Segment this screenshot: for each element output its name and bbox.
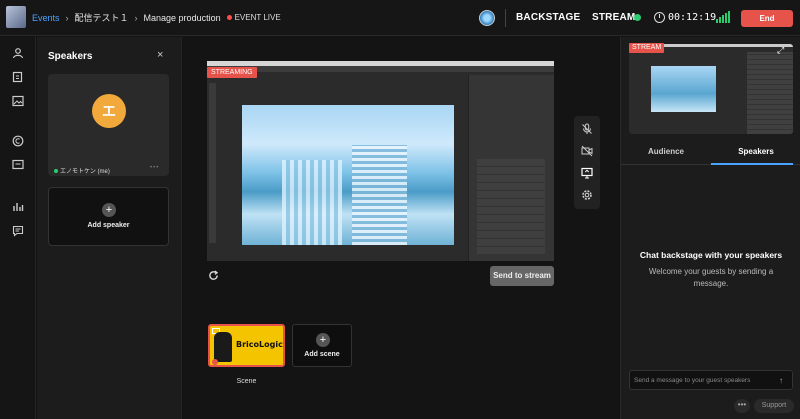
breadcrumb-events[interactable]: Events (32, 13, 60, 23)
scene-brand-text: BricoLogic (236, 340, 283, 349)
event-live-label: EVENT LIVE (234, 13, 281, 22)
scene-thumbnail[interactable]: BricoLogic (208, 324, 285, 367)
mic-off-icon[interactable] (581, 123, 593, 135)
message-input[interactable] (629, 370, 793, 390)
chat-empty-subtitle: Welcome your guests by sending a message… (648, 267, 774, 288)
tab-speakers[interactable]: Speakers (711, 147, 800, 156)
close-icon[interactable]: × (157, 49, 163, 61)
speakers-panel: Speakers × エ エノモトケン (me) ••• + Add speak… (37, 37, 182, 419)
stream-timer: 00:12:19 (668, 12, 717, 23)
backstage-button[interactable]: BACKSTAGE (516, 12, 580, 23)
shared-screen-preview (207, 61, 554, 261)
online-dot-icon (54, 169, 58, 174)
more-options-button[interactable]: ••• (734, 399, 750, 413)
scene-live-dot-icon (212, 359, 218, 365)
live-dot-icon (226, 15, 232, 21)
chevron-right-icon: › (65, 12, 69, 23)
expand-icon[interactable]: ⤢ (777, 45, 784, 56)
scene-label: Scene (236, 378, 257, 385)
user-icon[interactable] (11, 47, 25, 61)
scene-figure (214, 332, 232, 362)
preview-document-image (651, 66, 716, 112)
top-bar: Events › 配信テスト１ › Manage production EVEN… (0, 0, 800, 36)
stream-badge: STREAM (629, 43, 665, 53)
support-button[interactable]: Support (754, 399, 794, 413)
breadcrumb: Events › 配信テスト１ › Manage production EVEN… (32, 11, 281, 24)
screen-share-icon[interactable] (581, 167, 593, 179)
speakers-title: Speakers (48, 51, 93, 62)
speaker-avatar: エ (92, 94, 126, 128)
gear-icon[interactable] (581, 189, 593, 201)
screen-document-image (242, 105, 454, 245)
chevron-right-icon: › (134, 12, 138, 23)
breadcrumb-current: Manage production (143, 12, 221, 23)
active-tab-indicator (711, 163, 793, 165)
image-icon[interactable] (11, 95, 25, 109)
message-square-icon[interactable] (11, 225, 25, 239)
chat-empty-title: Chat backstage with your speakers (639, 250, 783, 260)
stream-preview (629, 44, 793, 134)
stage-control-rail (574, 116, 600, 209)
stream-button[interactable]: STREAM (592, 12, 635, 23)
add-speaker-label: Add speaker (87, 222, 130, 229)
stream-status-icon (634, 14, 641, 21)
add-scene-button[interactable]: + Add scene (292, 324, 352, 367)
clock-icon (654, 12, 665, 23)
send-to-stream-button[interactable]: Send to stream (490, 266, 554, 286)
speaker-name-text: エノモトケン (me) (60, 169, 110, 175)
preview-side-panel (747, 52, 793, 134)
speaker-more-button[interactable]: ••• (150, 165, 159, 171)
user-avatar[interactable] (479, 10, 495, 26)
send-arrow-icon[interactable]: ↑ (779, 376, 783, 385)
left-nav (0, 37, 36, 419)
streaming-badge: STREAMING (207, 67, 257, 78)
end-button[interactable]: End (741, 10, 793, 27)
camera-off-icon[interactable] (581, 145, 593, 157)
screen-layers-list (477, 159, 545, 254)
comment-icon[interactable] (11, 159, 25, 173)
add-scene-label: Add scene (304, 351, 340, 358)
speaker-card[interactable]: エ エノモトケン (me) ••• (48, 74, 169, 176)
chat-tabs: Audience Speakers (621, 143, 800, 165)
plus-icon: + (316, 333, 330, 347)
stage-area: STREAMING Send to stream BricoLogic Scen… (183, 37, 619, 419)
breadcrumb-event-name[interactable]: 配信テスト１ (75, 11, 129, 24)
screen-toolbar (209, 83, 216, 243)
speaker-name: エノモトケン (me) (54, 166, 110, 175)
refresh-icon[interactable] (208, 270, 219, 284)
screen-options-bar (207, 66, 554, 72)
app-logo[interactable] (6, 6, 26, 28)
add-speaker-button[interactable]: + Add speaker (48, 187, 169, 246)
plus-icon: + (102, 203, 116, 217)
bar-chart-icon[interactable] (11, 201, 25, 215)
tab-audience[interactable]: Audience (621, 147, 711, 156)
document-stack-icon[interactable] (11, 71, 25, 85)
right-panel: STREAM ⤢ Audience Speakers Chat backstag… (620, 37, 800, 419)
c-badge-icon[interactable] (11, 135, 25, 149)
signal-strength-icon (716, 11, 730, 23)
event-live-status: EVENT LIVE (226, 13, 281, 22)
divider (505, 9, 506, 27)
